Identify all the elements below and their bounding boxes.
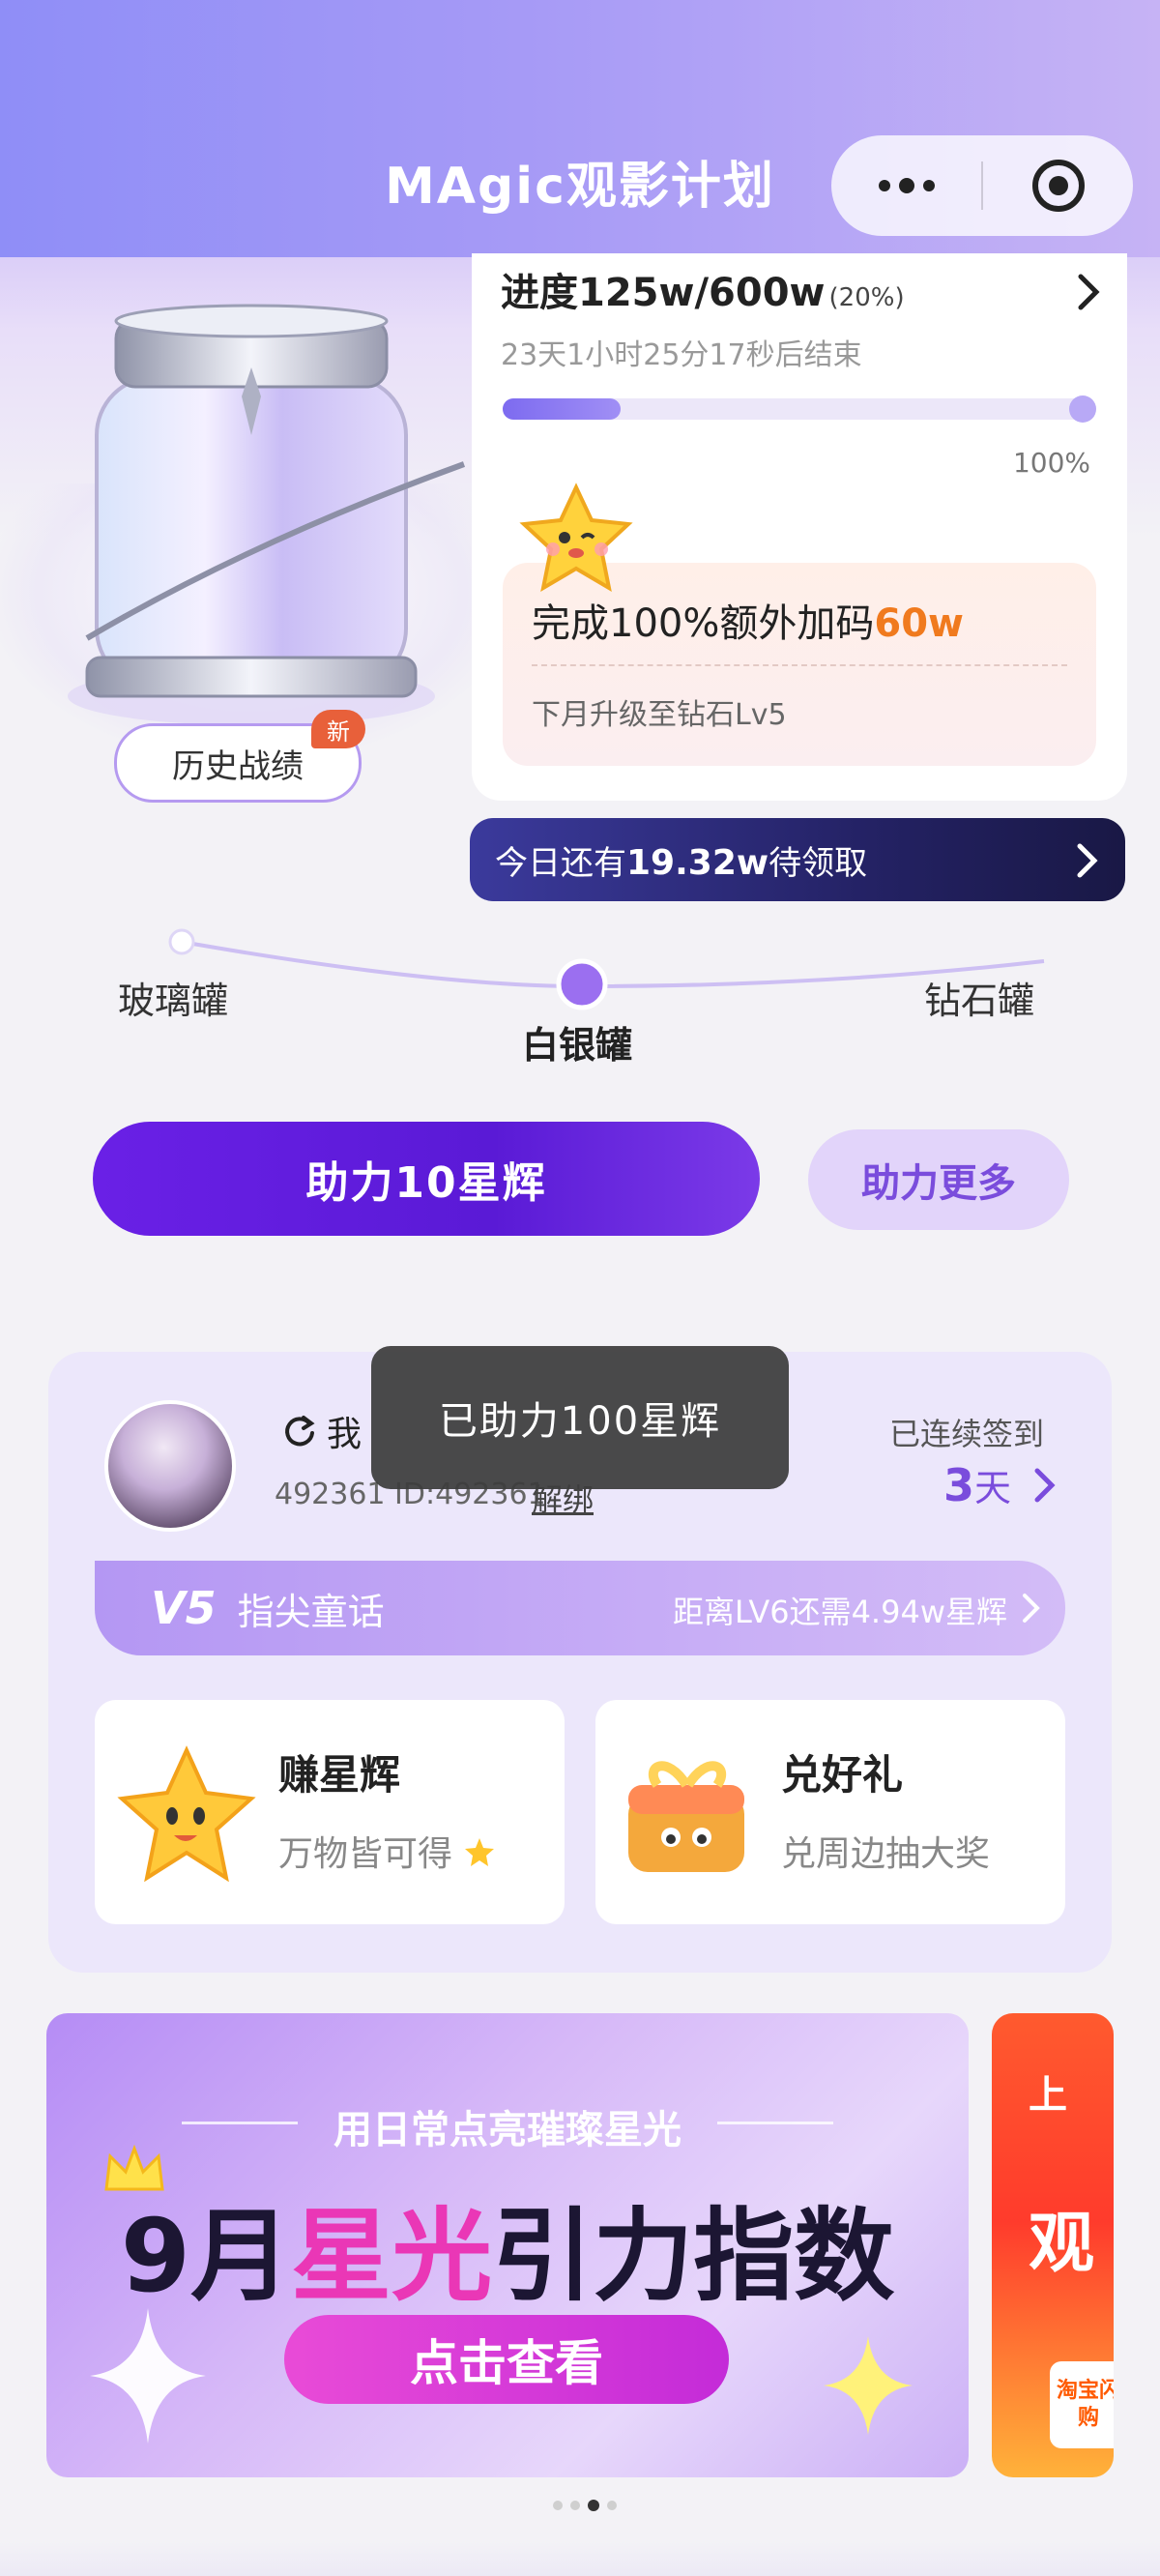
carousel-dot <box>607 2501 617 2510</box>
today-claim-banner[interactable]: 今日还有19.32w待领取 <box>470 818 1125 901</box>
level-glass-jar[interactable]: 玻璃罐 <box>118 971 228 1024</box>
redeem-gifts-card[interactable]: 兑好礼 兑周边抽大奖 <box>595 1700 1065 1924</box>
banner-title-highlight: 星光 <box>291 2197 493 2315</box>
banner-subtitle: 用日常点亮璀璨星光 <box>334 2108 682 2152</box>
progress-bar-end-dot <box>1069 395 1096 423</box>
sparkle-white-icon <box>90 2308 206 2444</box>
sparkle-yellow-icon <box>824 2336 913 2435</box>
new-badge: 新 <box>311 710 365 748</box>
next-section-peek <box>0 2541 1160 2576</box>
progress-end-label: 100% <box>1012 447 1090 479</box>
streak-unit: 天 <box>974 1467 1012 1509</box>
carousel-indicator <box>553 2500 617 2511</box>
chevron-right-icon[interactable] <box>1075 271 1104 313</box>
bonus-prefix: 完成100%额外加码 <box>532 601 875 646</box>
banner-title: 9月星光引力指数 <box>46 2174 969 2320</box>
more-dots-icon <box>878 178 935 193</box>
progress-label: 进度 <box>501 271 578 315</box>
progress-countdown: 23天1小时25分17秒后结束 <box>501 338 862 372</box>
carousel-dot <box>570 2501 580 2510</box>
progress-percent: (20%) <box>828 283 905 312</box>
silver-jar-image[interactable] <box>58 290 483 735</box>
star-mascot-icon <box>519 483 633 592</box>
progress-title: 进度125w/600w (20%) <box>501 261 905 317</box>
today-prefix: 今日还有 <box>495 843 626 883</box>
bonus-value: 60w <box>874 601 964 646</box>
upgrade-note: 下月升级至钻石Lv5 <box>532 698 787 732</box>
bonus-divider <box>532 664 1067 666</box>
target-close-icon <box>1031 160 1085 212</box>
progress-bar <box>503 395 1096 423</box>
chevron-right-icon <box>1023 1594 1040 1623</box>
history-record-label: 历史战绩 <box>172 746 304 786</box>
gift-box-icon <box>628 1761 744 1872</box>
today-suffix: 待领取 <box>768 843 868 883</box>
earn-stars-desc-text: 万物皆可得 <box>278 1834 453 1874</box>
mini-program-capsule <box>831 135 1133 236</box>
banner-title-pre: 9月 <box>120 2197 292 2315</box>
progress-value: 125w/600w <box>578 271 826 315</box>
earn-stars-desc: 万物皆可得 <box>278 1826 496 1876</box>
star-character-icon <box>117 1745 256 1883</box>
more-button[interactable] <box>831 135 981 236</box>
boost-10-button[interactable]: 助力10星辉 <box>93 1122 760 1236</box>
level-name: 指尖童话 <box>237 1590 385 1633</box>
banner-cta-button[interactable]: 点击查看 <box>284 2315 729 2404</box>
next-level-text: 距离LV6还需4.94w星辉 <box>673 1594 1007 1630</box>
small-star-icon <box>465 1838 495 1866</box>
bonus-text: 完成100%额外加码60w <box>532 592 964 648</box>
streak-value[interactable]: 3天 <box>943 1458 1011 1511</box>
progress-bar-fill <box>503 398 621 420</box>
banner2-line2: 观 <box>1029 2206 1095 2282</box>
carousel-dot-active <box>588 2500 599 2511</box>
chevron-right-icon <box>1034 1468 1056 1503</box>
level-diamond-jar[interactable]: 钻石罐 <box>924 971 1034 1024</box>
streak-label: 已连续签到 <box>889 1416 1045 1452</box>
promo-banner[interactable]: 用日常点亮璀璨星光 9月星光引力指数 点击查看 <box>46 2013 969 2477</box>
carousel-dot <box>553 2501 563 2510</box>
level-silver-jar[interactable]: 白银罐 <box>522 1015 632 1068</box>
redeem-gifts-title: 兑好礼 <box>781 1751 904 1799</box>
toast-message: 已助力100星辉 <box>371 1346 789 1489</box>
member-level-strip[interactable]: V5 指尖童话 距离LV6还需4.94w星辉 <box>95 1561 1065 1655</box>
earn-stars-title: 赚星辉 <box>278 1751 401 1799</box>
chevron-right-icon <box>1077 843 1098 878</box>
promo-banner-secondary[interactable]: 上 观 淘宝闪购 <box>992 2013 1114 2477</box>
boost-more-button[interactable]: 助力更多 <box>808 1129 1069 1230</box>
banner2-line1: 上 <box>1029 2073 1067 2118</box>
earn-stars-card[interactable]: 赚星辉 万物皆可得 <box>95 1700 565 1924</box>
member-name: 我 <box>327 1415 362 1454</box>
streak-days: 3 <box>943 1459 975 1511</box>
avatar[interactable] <box>104 1400 236 1532</box>
today-amount: 19.32w <box>626 842 769 883</box>
level-badge: V5 <box>151 1582 217 1634</box>
close-miniprogram-button[interactable] <box>983 135 1133 236</box>
refresh-icon[interactable] <box>282 1414 317 1449</box>
banner-title-post: 引力指数 <box>492 2197 895 2315</box>
banner2-tag: 淘宝闪购 <box>1050 2361 1114 2448</box>
today-claim-text: 今日还有19.32w待领取 <box>495 836 867 884</box>
redeem-gifts-desc: 兑周边抽大奖 <box>781 1834 991 1874</box>
